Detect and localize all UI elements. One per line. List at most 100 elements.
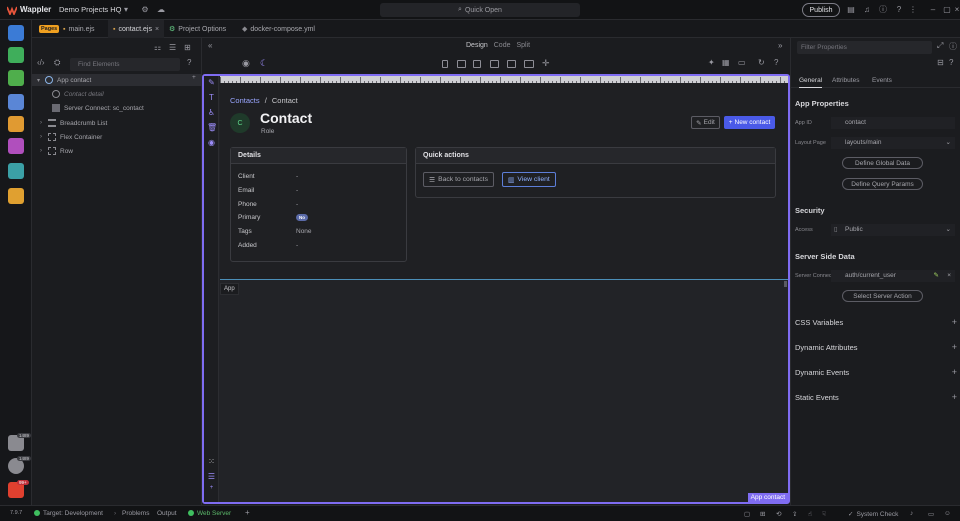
chevron-right-icon[interactable]: › <box>40 120 48 126</box>
monitor-icon[interactable]: ▭ <box>928 510 934 518</box>
tab-project-options[interactable]: ⚙ Project Options <box>164 20 231 38</box>
database-icon[interactable] <box>8 94 24 110</box>
tab-docker-compose[interactable]: ◆ docker-compose.yml <box>237 20 320 38</box>
layers-toggle-icon[interactable]: ▦ <box>722 58 730 67</box>
accessibility-icon[interactable]: ♿ <box>207 108 216 117</box>
tab-attributes[interactable]: Attributes <box>832 77 859 84</box>
output-button[interactable]: Output <box>157 510 177 517</box>
thumbs-down-icon[interactable]: ☟ <box>822 510 826 518</box>
tree-item-row[interactable]: › Row <box>40 145 73 157</box>
layers-icon[interactable] <box>8 163 24 179</box>
help-circle-icon[interactable]: ? <box>774 58 778 67</box>
grid-dots-icon[interactable]: ⁙ <box>207 457 216 466</box>
server-connect-input[interactable]: auth/current_user ✎ × <box>831 270 955 282</box>
more-icon[interactable]: ⋮ <box>908 5 918 15</box>
camera-icon[interactable]: ◉ <box>242 58 250 69</box>
resources-icon[interactable] <box>8 138 24 154</box>
help-circle-icon[interactable]: ? <box>187 58 191 67</box>
refresh-icon[interactable]: ↻ <box>758 58 765 67</box>
access-select[interactable]: ▯ Public ⌄ <box>831 224 955 236</box>
edit-icon[interactable]: ✎ <box>207 78 216 87</box>
code-icon[interactable]: ‹/› <box>37 58 45 67</box>
edit-button[interactable]: ✎ Edit <box>691 116 720 129</box>
thumbs-up-icon[interactable]: ☝ <box>808 510 812 518</box>
plus-icon[interactable]: + <box>952 392 957 402</box>
component-icon[interactable]: ⛭ <box>54 58 60 68</box>
plus-icon[interactable]: + <box>952 367 957 377</box>
plus-icon[interactable]: + <box>952 317 957 327</box>
back-to-contacts-button[interactable]: ☰ Back to contacts <box>423 172 494 187</box>
static-events-section[interactable]: Static Events + <box>795 392 957 402</box>
tab-close-icon[interactable]: × <box>155 26 159 33</box>
design-mode-button[interactable]: Design <box>466 42 488 49</box>
preview-icon[interactable]: ▭ <box>738 58 746 67</box>
tab-contact-ejs[interactable]: ▪ contact.ejs × <box>108 20 164 38</box>
grid-icon[interactable]: ⊞ <box>184 43 191 52</box>
add-icon[interactable]: + <box>207 484 216 493</box>
list-icon[interactable]: ☰ <box>169 43 176 52</box>
trash-icon[interactable]: 🗑 <box>207 123 217 132</box>
bell-icon[interactable]: ♫ <box>862 5 872 15</box>
tree-item-flex-container[interactable]: › Flex Container <box>40 131 102 143</box>
list-icon[interactable]: ☰ <box>207 472 216 481</box>
breadcrumb-link-contacts[interactable]: Contacts <box>230 96 260 105</box>
new-contact-button[interactable]: + New contact <box>724 116 775 129</box>
tab-main-ejs[interactable]: ▪ main.ejs <box>58 20 100 38</box>
tree-item-contact-detail[interactable]: Contact detail <box>52 88 104 100</box>
tree-item-breadcrumb-list[interactable]: › Breadcrumb List <box>40 117 107 129</box>
layout-page-select[interactable]: layouts/main ⌄ <box>831 137 955 149</box>
filter-properties-input[interactable]: Filter Properties <box>797 41 932 54</box>
collapse-right-icon[interactable]: » <box>778 41 782 50</box>
project-selector[interactable]: Demo Projects HQ <box>59 5 122 14</box>
web-server-button[interactable]: Web Server <box>188 510 231 517</box>
sync-icon[interactable]: ⟲ <box>776 510 781 518</box>
clear-icon[interactable]: × <box>947 270 951 282</box>
split-mode-button[interactable]: Split <box>516 42 530 49</box>
mobile-landscape-icon[interactable] <box>457 60 466 68</box>
quick-open-button[interactable]: ⌕ Quick Open <box>380 3 580 17</box>
add-icon[interactable]: + <box>245 508 250 517</box>
chevron-down-icon[interactable]: ▾ <box>37 77 45 84</box>
api-icon[interactable] <box>8 116 24 132</box>
tablet-portrait-icon[interactable] <box>473 60 481 68</box>
collapse-left-icon[interactable]: « <box>208 41 212 50</box>
pages-icon[interactable] <box>8 25 24 41</box>
plus-icon[interactable]: + <box>952 342 957 352</box>
select-server-action-button[interactable]: Select Server Action <box>842 290 923 302</box>
view-client-button[interactable]: ▥ View client <box>502 172 556 187</box>
text-icon[interactable]: T <box>207 93 216 102</box>
help-circle-icon[interactable]: ? <box>949 58 953 67</box>
workflows-icon[interactable] <box>8 47 24 63</box>
design-canvas[interactable]: ✎ T ♿ 🗑 ◉ ⁙ ☰ + Contacts / Contact C Con… <box>202 74 790 504</box>
close-icon[interactable]: × <box>954 5 960 15</box>
mobile-portrait-icon[interactable] <box>442 60 448 68</box>
tablet-landscape-icon[interactable] <box>490 60 499 68</box>
info-icon[interactable]: ⓘ <box>878 5 888 15</box>
magic-icon[interactable]: ✦ <box>708 58 715 67</box>
bell-icon[interactable]: ♪ <box>910 510 913 517</box>
selected-element-label[interactable]: App contact <box>747 493 788 502</box>
chevron-right-icon[interactable]: › <box>40 148 48 154</box>
user-icon[interactable]: ☺ <box>944 510 951 517</box>
panel-icon[interactable]: ▤ <box>846 5 856 15</box>
ai-assistant-icon[interactable] <box>8 188 24 204</box>
find-elements-input[interactable]: Find Elements <box>70 58 180 71</box>
maximize-icon[interactable]: ▢ <box>942 5 952 15</box>
define-query-params-button[interactable]: Define Query Params <box>842 178 923 190</box>
publish-button[interactable]: Publish <box>802 3 840 17</box>
cloud-icon[interactable]: ☁ <box>156 5 166 15</box>
laptop-icon[interactable] <box>507 60 516 68</box>
chevron-right-icon[interactable]: › <box>40 134 48 140</box>
css-variables-section[interactable]: CSS Variables + <box>795 317 957 327</box>
tree-item-app-contact[interactable]: ▾ App contact + <box>32 74 202 86</box>
pencil-icon[interactable]: ✎ <box>934 270 939 282</box>
app-id-input[interactable]: contact <box>831 117 955 129</box>
scroll-thumb[interactable] <box>784 281 787 287</box>
dynamic-events-section[interactable]: Dynamic Events + <box>795 367 957 377</box>
minimize-icon[interactable]: – <box>928 5 938 15</box>
dynamic-attributes-section[interactable]: Dynamic Attributes + <box>795 342 957 352</box>
tab-events[interactable]: Events <box>872 77 892 84</box>
tree-item-server-connect[interactable]: Server Connect: sc_contact <box>52 102 144 114</box>
add-icon[interactable]: + <box>192 74 196 81</box>
info-icon[interactable]: ⓘ <box>949 41 957 52</box>
